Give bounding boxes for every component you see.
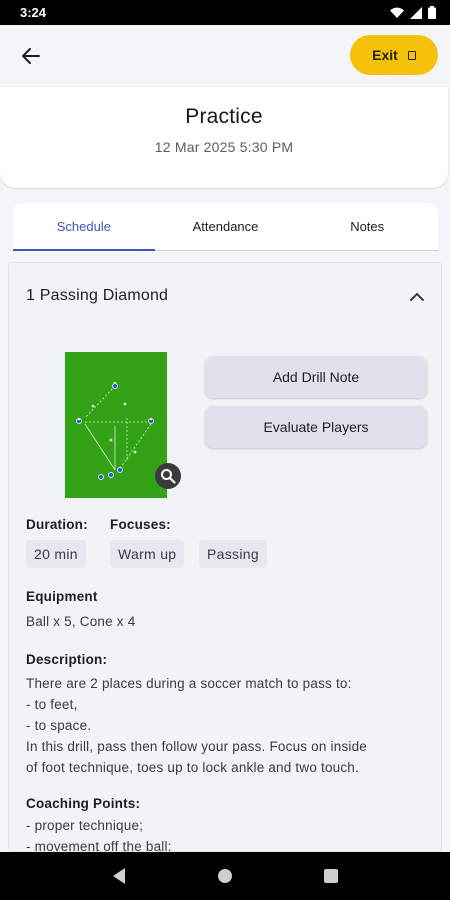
description-line: There are 2 places during a soccer match… [26,676,352,691]
chevron-up-icon[interactable] [410,292,424,301]
evaluate-players-button[interactable]: Evaluate Players [205,406,427,448]
description-line: - to space. [26,718,92,733]
duration-label: Duration: [26,517,88,532]
status-icons [390,6,436,19]
zoom-icon[interactable] [155,463,181,489]
add-drill-note-button[interactable]: Add Drill Note [205,356,427,398]
nav-home-icon[interactable] [217,868,233,884]
equipment-value: Ball x 5, Cone x 4 [26,614,136,629]
exit-label: Exit [372,47,398,63]
focus-chip-passing: Passing [199,540,267,568]
tab-attendance[interactable]: Attendance [155,203,297,250]
status-time: 3:24 [20,5,47,20]
exit-button[interactable]: Exit [350,35,438,75]
description-text: There are 2 places during a soccer match… [26,673,428,778]
exit-icon [407,50,416,60]
tab-bar: Schedule Attendance Notes [13,203,438,251]
system-nav-bar [0,852,450,900]
coaching-point: - movement off the ball; [26,839,172,852]
passing-diamond-diagram [76,382,154,480]
signal-icon [410,6,422,19]
description-line: - to feet, [26,697,78,712]
drill-card: 1 Passing Diamond Add Drill Note Evaluat… [8,262,442,852]
nav-recents-icon[interactable] [323,868,339,884]
focus-chip-warm-up: Warm up [110,540,185,568]
top-app-bar: Exit [0,25,450,87]
status-bar: 3:24 [0,0,450,25]
battery-icon [428,6,436,19]
coaching-point: - proper technique; [26,818,144,833]
coaching-points-text: - proper technique; - movement off the b… [26,815,428,852]
equipment-label: Equipment [26,589,98,604]
description-line: In this drill, pass then follow your pas… [26,739,368,754]
tab-notes[interactable]: Notes [296,203,438,250]
page-title: Practice [185,105,263,128]
duration-chip: 20 min [26,540,86,568]
description-label: Description: [26,652,108,667]
tab-schedule[interactable]: Schedule [13,203,155,251]
drill-header[interactable]: 1 Passing Diamond [26,287,424,305]
back-button[interactable] [16,41,46,71]
focuses-label: Focuses: [110,517,171,532]
arrow-back-icon [22,48,40,64]
description-line: of foot technique, toes up to lock ankle… [26,760,359,775]
session-header-card: Practice 12 Mar 2025 5:30 PM [0,87,448,188]
drill-diagram[interactable] [65,352,167,498]
session-datetime: 12 Mar 2025 5:30 PM [154,139,294,155]
drill-title: 1 Passing Diamond [26,287,169,304]
nav-back-icon[interactable] [111,867,127,885]
wifi-icon [390,7,404,18]
coaching-points-label: Coaching Points: [26,796,141,811]
magnifier-icon [161,469,176,484]
